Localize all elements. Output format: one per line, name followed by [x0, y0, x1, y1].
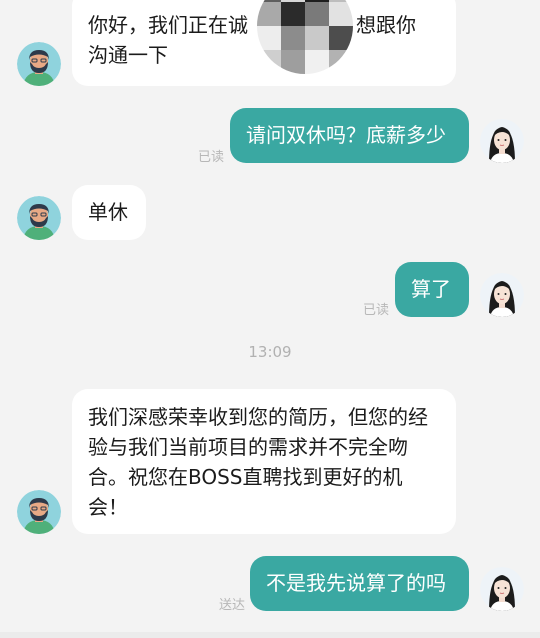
user-avatar[interactable]: [480, 273, 524, 317]
outgoing-message-bubble[interactable]: 算了: [395, 262, 469, 317]
outgoing-message-bubble[interactable]: 不是我先说算了的吗: [250, 556, 469, 611]
woman-portrait-icon: [480, 567, 524, 611]
message-text: 单休: [88, 200, 128, 224]
read-status: 已读: [362, 303, 389, 318]
user-avatar[interactable]: [480, 119, 524, 163]
message-text: 算了: [411, 277, 451, 301]
message-text: 不是我先说算了的吗: [266, 571, 446, 595]
message-text: 我们深感荣幸收到您的简历，但您的经验与我们当前项目的需求并不完全吻合。祝您在BO…: [88, 405, 428, 519]
incoming-message-bubble[interactable]: 单休: [72, 185, 146, 240]
bearded-man-icon: [17, 42, 61, 86]
bearded-man-icon: [17, 490, 61, 534]
read-status: 已读: [197, 150, 224, 165]
outgoing-message-bubble[interactable]: 请问双休吗？底薪多少: [230, 108, 469, 163]
message-text: 请问双休吗？底薪多少: [246, 123, 446, 147]
recruiter-avatar[interactable]: [17, 42, 61, 86]
recruiter-avatar[interactable]: [17, 196, 61, 240]
woman-portrait-icon: [480, 273, 524, 317]
bearded-man-icon: [17, 196, 61, 240]
bottom-divider: [0, 632, 540, 638]
woman-portrait-icon: [480, 119, 524, 163]
user-avatar[interactable]: [480, 567, 524, 611]
delivered-status: 送达: [218, 598, 245, 613]
incoming-message-bubble[interactable]: 我们深感荣幸收到您的简历，但您的经验与我们当前项目的需求并不完全吻合。祝您在BO…: [72, 389, 456, 534]
timestamp-separator: 13:09: [248, 343, 292, 361]
chat-conversation: 你好，我们正在诚 ，想跟你 沟通一下 请问双休吗？底薪多少 已读 单休 算了 已…: [0, 0, 540, 638]
recruiter-avatar[interactable]: [17, 490, 61, 534]
